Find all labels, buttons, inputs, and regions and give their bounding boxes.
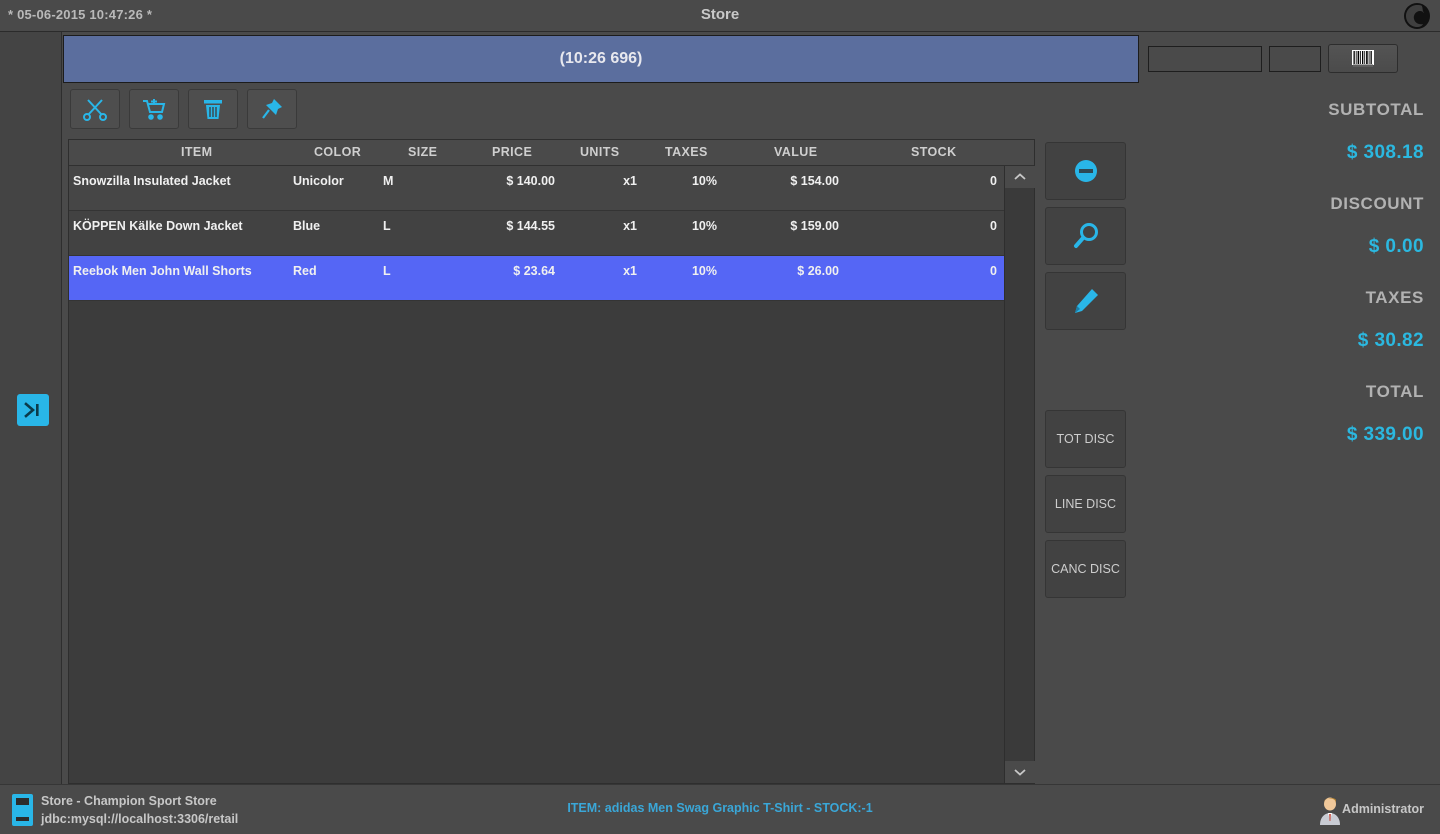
cell-taxes: 10% [691,174,717,188]
window-title: Store [700,6,740,23]
table-row[interactable]: Snowzilla Insulated Jacket Unicolor M $ 140… [69,166,1034,211]
user-name-label: Administrator [1342,802,1424,816]
cell-taxes: 10% [691,264,717,278]
chevron-down-icon [1014,769,1026,776]
cell-stock: 0 [990,174,997,188]
total-discount-button[interactable]: TOT DISC [1045,410,1126,468]
cell-units: x1 [623,264,637,278]
title-bar: * 05-06-2015 10:47:26 * Store [0,0,1440,32]
cell-size: L [383,264,391,278]
line-discount-label: LINE DISC [1054,497,1117,511]
minus-circle-icon [1074,160,1097,182]
item-code-input[interactable] [1148,45,1262,72]
scissors-icon [83,99,107,121]
column-header-taxes: TAXES [665,145,708,159]
scroll-down-button[interactable] [1005,761,1035,783]
add-to-cart-button[interactable] [129,89,179,129]
cancel-discount-label: CANC DISC [1051,562,1120,576]
taxes-label: TAXES [1365,288,1424,307]
ticket-lines-panel: ITEM COLOR SIZE PRICE UNITS TAXES VALUE … [68,139,1035,784]
taxes-value: $ 30.82 [1357,330,1424,351]
cut-line-button[interactable] [70,89,120,129]
chevron-up-icon [1014,173,1026,180]
search-item-button[interactable] [1045,207,1126,265]
cell-value: $ 159.00 [790,219,839,233]
total-label: TOTAL [1365,382,1424,401]
cell-price: $ 23.64 [513,264,555,278]
cell-units: x1 [623,174,637,188]
cancel-discount-button[interactable]: CANC DISC [1045,540,1126,598]
quantity-input[interactable] [1269,45,1321,72]
left-rail [0,32,62,784]
column-header-units: UNITS [580,145,620,159]
table-body: Snowzilla Insulated Jacket Unicolor M $ 140… [69,166,1034,783]
shopping-cart-icon [143,99,166,120]
cell-stock: 0 [990,219,997,233]
pencil-icon [1074,289,1098,313]
cell-color: Red [293,264,317,278]
column-header-price: PRICE [492,145,533,159]
magnifier-icon [1073,223,1098,248]
user-avatar-icon [1316,795,1344,825]
cell-color: Unicolor [293,174,344,188]
subtotal-value: $ 308.18 [1346,142,1424,163]
top-right-controls [1148,44,1398,73]
column-header-value: VALUE [774,145,818,159]
edit-line-button[interactable] [1045,272,1126,330]
cell-price: $ 140.00 [506,174,555,188]
cell-value: $ 26.00 [797,264,839,278]
column-header-item: ITEM [181,145,213,159]
discount-label: DISCOUNT [1330,194,1424,213]
app-logo-icon [1398,1,1436,31]
expand-panel-button[interactable] [17,394,49,426]
table-scrollbar[interactable] [1004,166,1035,783]
table-row[interactable]: KÖPPEN Kälke Down Jacket Blue L $ 144.55 x1 1… [69,211,1034,256]
cell-size: L [383,219,391,233]
trash-icon [204,100,222,119]
total-value: $ 339.00 [1346,424,1424,445]
line-discount-button[interactable]: LINE DISC [1045,475,1126,533]
total-discount-label: TOT DISC [1056,432,1115,446]
status-message: ITEM: adidas Men Swag Graphic T-Shirt - … [567,801,873,815]
table-row[interactable]: Reebok Men John Wall Shorts Red L $ 23.64 x1… [69,256,1034,301]
pushpin-icon [262,99,282,119]
column-header-stock: STOCK [911,145,957,159]
subtotal-label: SUBTOTAL [1328,100,1424,119]
cell-value: $ 154.00 [790,174,839,188]
cell-units: x1 [623,219,637,233]
table-header-row: ITEM COLOR SIZE PRICE UNITS TAXES VALUE … [69,140,1034,166]
ticket-header[interactable]: (10:26 696) [63,35,1139,83]
cell-price: $ 144.55 [506,219,555,233]
ticket-header-label: (10:26 696) [559,50,643,67]
cell-stock: 0 [990,264,997,278]
item-toolbar [70,89,297,129]
expand-panel-icon [24,402,39,418]
remove-line-button[interactable] [1045,142,1126,200]
scroll-up-button[interactable] [1005,166,1035,188]
cell-item: Reebok Men John Wall Shorts [73,264,252,278]
delete-ticket-button[interactable] [188,89,238,129]
cell-size: M [383,174,394,188]
cell-item: Snowzilla Insulated Jacket [73,174,231,188]
discount-value: $ 0.00 [1368,236,1424,257]
cell-taxes: 10% [691,219,717,233]
barcode-button[interactable] [1328,44,1398,73]
column-header-color: COLOR [314,145,362,159]
cell-item: KÖPPEN Kälke Down Jacket [73,219,243,233]
cell-color: Blue [293,219,321,233]
pin-button[interactable] [247,89,297,129]
totals-panel: SUBTOTAL $ 308.18 DISCOUNT $ 0.00 TAXES … [1124,100,1424,476]
barcode-icon [1352,49,1374,67]
status-bar: Store - Champion Sport Store jdbc:mysql:… [0,784,1440,834]
column-header-size: SIZE [408,145,438,159]
